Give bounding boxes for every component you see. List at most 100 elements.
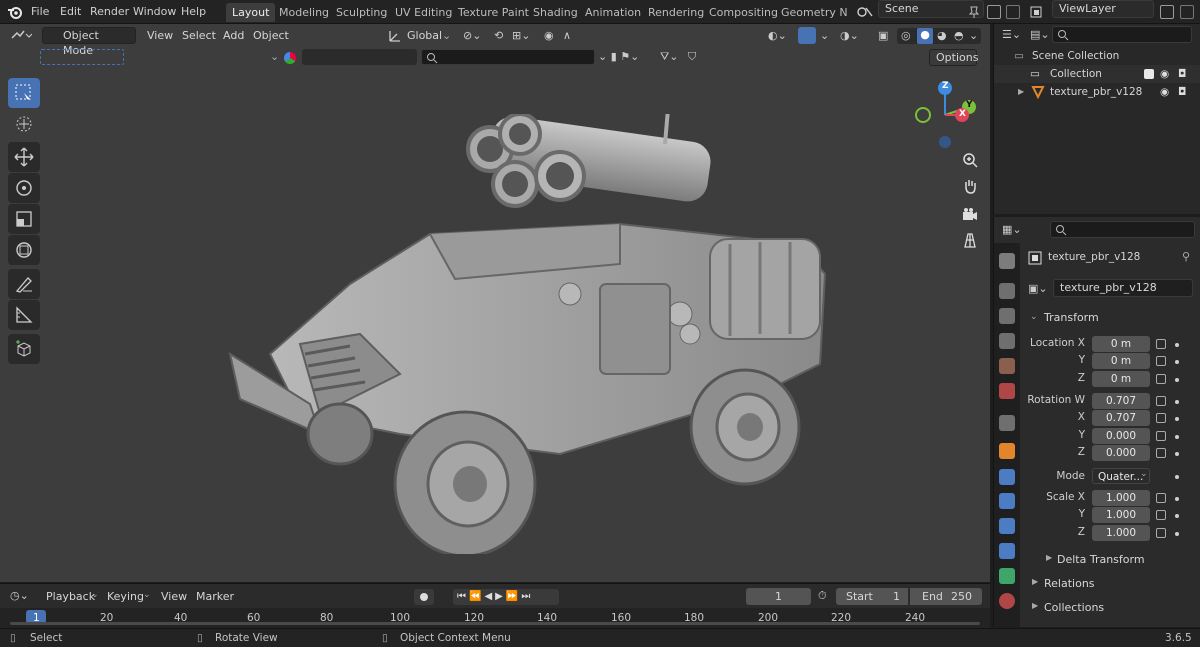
editor-type-icon[interactable]	[10, 28, 32, 42]
camera-view-button[interactable]	[957, 201, 983, 227]
keyframe-dot[interactable]	[1175, 532, 1179, 536]
location-z-field[interactable]: 0 m	[1092, 371, 1150, 387]
outliner-row-scene-collection[interactable]: ▭ Scene Collection	[994, 47, 1200, 65]
keyframe-dot[interactable]	[1175, 417, 1179, 421]
tab-animation[interactable]: Animation	[579, 3, 647, 22]
tab-geometry-nodes[interactable]: Geometry Noc	[775, 3, 847, 22]
world-tab-icon[interactable]	[999, 383, 1015, 399]
vehicle-model[interactable]	[200, 114, 840, 554]
tab-rendering[interactable]: Rendering	[642, 3, 710, 22]
object-mode-dropdown[interactable]: Object Mode	[42, 27, 136, 57]
keying-menu[interactable]: Keying	[107, 590, 144, 603]
lock-icon[interactable]	[1156, 356, 1166, 366]
object-type-icon[interactable]: ▣⌄	[1028, 282, 1048, 295]
object-render-camera-icon[interactable]: ◘	[1178, 83, 1186, 101]
remove-view-layer-icon[interactable]	[1180, 5, 1194, 19]
options-button[interactable]: Options	[929, 49, 978, 66]
cursor-tool[interactable]	[8, 109, 40, 139]
collections-arrow-icon[interactable]: ▶	[1032, 601, 1038, 610]
xray-icon[interactable]: ▣	[878, 29, 888, 42]
keyframe-dot[interactable]	[1175, 452, 1179, 456]
menu-file[interactable]: File	[31, 5, 49, 18]
viewport-search-input[interactable]	[421, 49, 595, 65]
shading-chevron-icon[interactable]: ⌄	[969, 29, 978, 42]
tab-sculpting[interactable]: Sculpting	[330, 3, 393, 22]
start-frame-field[interactable]: Start 1	[836, 588, 908, 605]
zoom-button[interactable]	[957, 147, 983, 173]
timeline-editor-icon[interactable]: ◷⌄	[10, 589, 29, 602]
object-tab-icon[interactable]	[999, 443, 1015, 459]
viewport-menu-object[interactable]: Object	[253, 29, 289, 42]
wireframe-shading-icon[interactable]: ◎	[901, 29, 911, 42]
visibility-eye-icon[interactable]: ◉	[1160, 65, 1169, 83]
snap-icon[interactable]: ⟲	[494, 29, 503, 42]
gizmo-chevron-icon[interactable]: ⌄	[820, 29, 829, 42]
keyframe-dot[interactable]	[1175, 360, 1179, 364]
solid-shading-icon[interactable]: ●	[917, 28, 933, 44]
delta-transform-arrow-icon[interactable]: ▶	[1046, 553, 1052, 562]
view-layer-icon[interactable]	[1030, 5, 1048, 19]
render-camera-icon[interactable]: ◘	[1178, 65, 1186, 83]
material-shading-icon[interactable]: ◕	[937, 29, 947, 42]
playback-controls[interactable]: ⏮⏪◀▶⏩⏭	[453, 589, 559, 605]
scene-icon[interactable]	[856, 5, 874, 19]
transform-tool[interactable]	[8, 235, 40, 265]
overlay-icon[interactable]: ◑⌄	[840, 29, 859, 42]
viewport-menu-select[interactable]: Select	[182, 29, 216, 42]
properties-editor-icon[interactable]: ▦⌄	[1002, 223, 1022, 236]
location-x-field[interactable]: 0 m	[1092, 336, 1150, 352]
snap-target-icon[interactable]: ⊞⌄	[512, 29, 530, 42]
menu-help[interactable]: Help	[181, 5, 206, 18]
object-visibility-eye-icon[interactable]: ◉	[1160, 83, 1169, 101]
physics-tab-icon[interactable]	[999, 518, 1015, 534]
collections-panel[interactable]: Collections	[1044, 601, 1104, 614]
pivot-icon[interactable]: ⊘⌄	[463, 29, 481, 42]
funnel-icon[interactable]: ⛛⌄	[660, 50, 678, 64]
rotation-x-field[interactable]: 0.707	[1092, 410, 1150, 426]
transform-panel-title[interactable]: Transform	[1044, 311, 1099, 324]
new-view-layer-icon[interactable]	[1160, 5, 1174, 19]
orientation-dropdown[interactable]: Global	[407, 29, 442, 42]
scale-tool[interactable]	[8, 204, 40, 234]
keyframe-dot[interactable]	[1175, 514, 1179, 518]
scale-z-field[interactable]: 1.000	[1092, 525, 1150, 541]
relations-arrow-icon[interactable]: ▶	[1032, 577, 1038, 586]
outliner-row-collection[interactable]: ▭ Collection ◉ ◘	[994, 65, 1200, 83]
current-frame-field[interactable]: 1	[746, 588, 811, 605]
keyframe-dot[interactable]	[1175, 475, 1179, 479]
play-icon[interactable]: ▶	[495, 591, 506, 602]
new-scene-icon[interactable]	[987, 5, 1001, 19]
marker-menu[interactable]: Marker	[196, 590, 234, 603]
pan-button[interactable]	[957, 173, 983, 199]
outliner-row-object[interactable]: ▶ texture_pbr_v128 ◉ ◘	[994, 83, 1200, 101]
navigation-gizmo[interactable]: Z Y X	[912, 80, 982, 150]
keyframe-dot[interactable]	[1175, 497, 1179, 501]
timeline-view-menu[interactable]: View	[161, 590, 187, 603]
transform-chevron-icon[interactable]: ⌄	[1030, 312, 1038, 322]
lock-icon[interactable]	[1156, 431, 1166, 441]
jump-start-icon[interactable]: ⏮	[457, 591, 469, 602]
modifier-tab-icon[interactable]	[999, 469, 1015, 485]
playback-menu[interactable]: Playback	[46, 590, 95, 603]
tab-layout[interactable]: Layout	[226, 3, 276, 22]
object-type-filters[interactable]	[302, 49, 417, 65]
tool-tab-icon[interactable]	[999, 253, 1015, 269]
delta-transform-panel[interactable]: Delta Transform	[1057, 553, 1145, 566]
perspective-toggle-button[interactable]	[957, 227, 983, 253]
relations-panel[interactable]: Relations	[1044, 577, 1095, 590]
jump-end-icon[interactable]: ⏭	[521, 591, 533, 602]
outliner-editor-icon[interactable]: ☰⌄	[1002, 28, 1021, 41]
object-name-field[interactable]: texture_pbr_v128	[1053, 279, 1193, 297]
lock-icon[interactable]	[1156, 339, 1166, 349]
annotate-tool[interactable]	[8, 269, 40, 299]
visibility-icon[interactable]: ◐⌄	[768, 29, 787, 42]
play-reverse-icon[interactable]: ◀	[484, 591, 495, 602]
filter-chevron-icon[interactable]: ⌄	[270, 50, 279, 63]
tab-shading[interactable]: Shading	[527, 3, 584, 22]
data-tab-icon[interactable]	[999, 568, 1015, 584]
collection-tab-icon[interactable]	[999, 415, 1015, 431]
end-frame-field[interactable]: End 250	[910, 588, 982, 605]
viewport-menu-view[interactable]: View	[147, 29, 173, 42]
select-box-tool[interactable]	[8, 78, 40, 108]
tab-modeling[interactable]: Modeling	[273, 3, 335, 22]
